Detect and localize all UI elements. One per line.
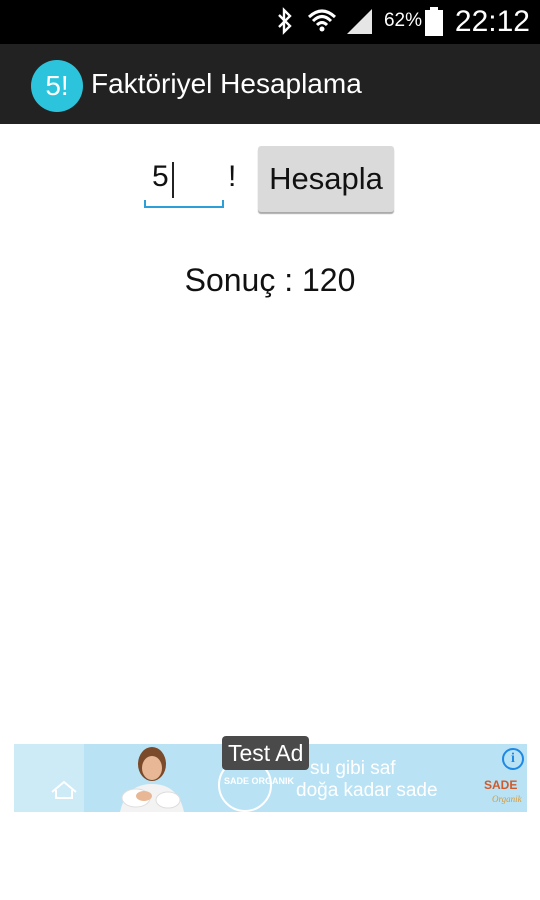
test-ad-badge: Test Ad (222, 736, 310, 770)
text-cursor (172, 162, 174, 198)
input-underline (144, 206, 224, 208)
app-icon[interactable]: 5! (31, 60, 83, 112)
calculate-button[interactable]: Hesapla (258, 146, 394, 212)
result-text: Sonuç : 120 (0, 262, 540, 299)
factorial-symbol: ! (228, 160, 237, 193)
home-icon (50, 780, 78, 804)
ad-logo-text: SADE ORGANIK (224, 776, 295, 786)
app-title: Faktöriyel Hesaplama (91, 68, 362, 99)
battery-icon (424, 7, 444, 41)
wifi-icon (307, 7, 337, 41)
ad-brand-tagline: Organik (492, 794, 522, 804)
ad-brand: SADE (484, 778, 518, 792)
ad-model-image (106, 744, 196, 812)
number-input[interactable]: 5 (144, 156, 224, 208)
bluetooth-icon (276, 7, 294, 39)
result-value: 120 (302, 262, 356, 298)
signal-icon (345, 7, 373, 39)
input-underline-left-tick (144, 200, 146, 208)
number-input-value: 5 (152, 160, 169, 193)
status-bar: 62% 22:12 (0, 0, 540, 44)
action-bar: 5! Faktöriyel Hesaplama (0, 44, 540, 124)
result-label: Sonuç : (184, 262, 294, 298)
input-underline-right-tick (222, 200, 224, 208)
battery-percent: 62% (383, 10, 422, 31)
ad-headline-line1: su gibi saf (310, 758, 396, 779)
info-icon[interactable]: i (502, 748, 524, 770)
ad-headline-line2: doğa kadar sade (296, 780, 438, 801)
clock: 22:12 (454, 5, 530, 38)
